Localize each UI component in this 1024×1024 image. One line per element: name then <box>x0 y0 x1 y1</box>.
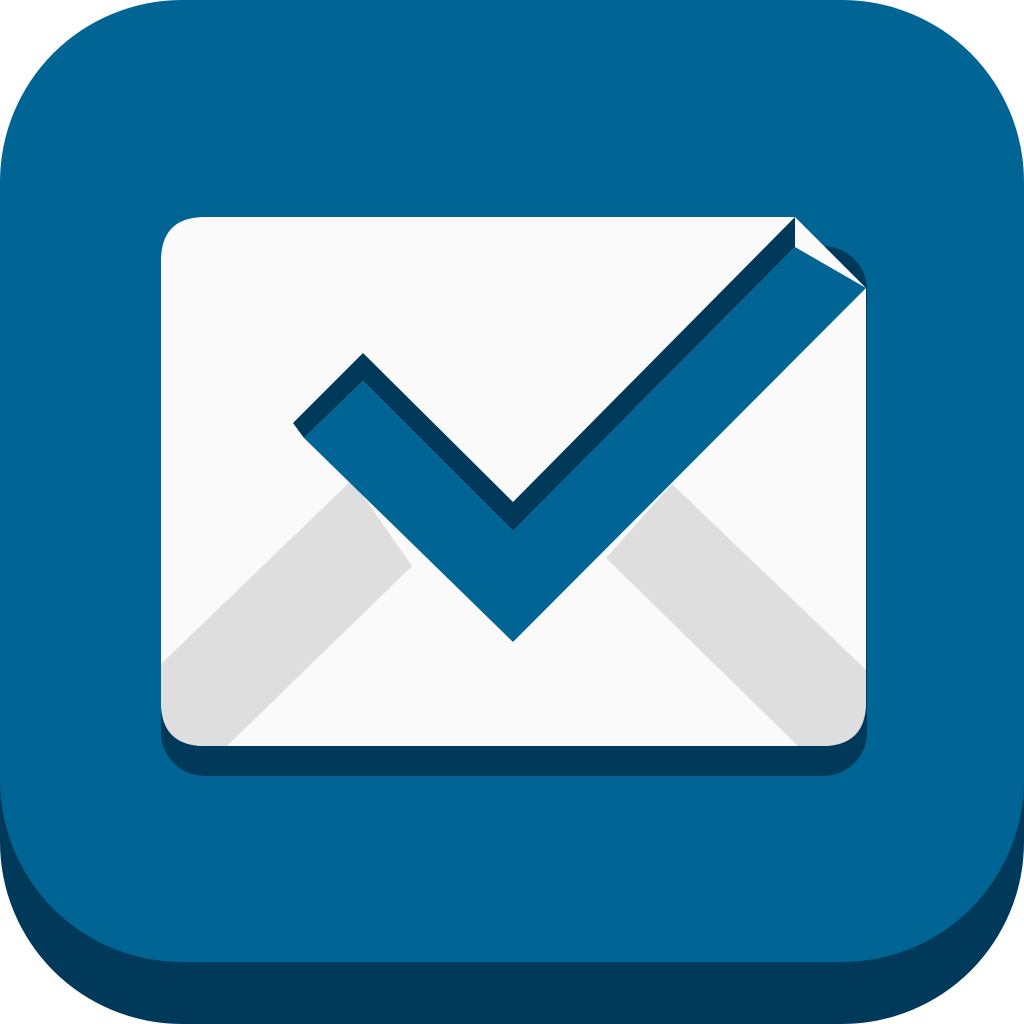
mail-checkmark-app-icon[interactable] <box>0 0 1024 1024</box>
